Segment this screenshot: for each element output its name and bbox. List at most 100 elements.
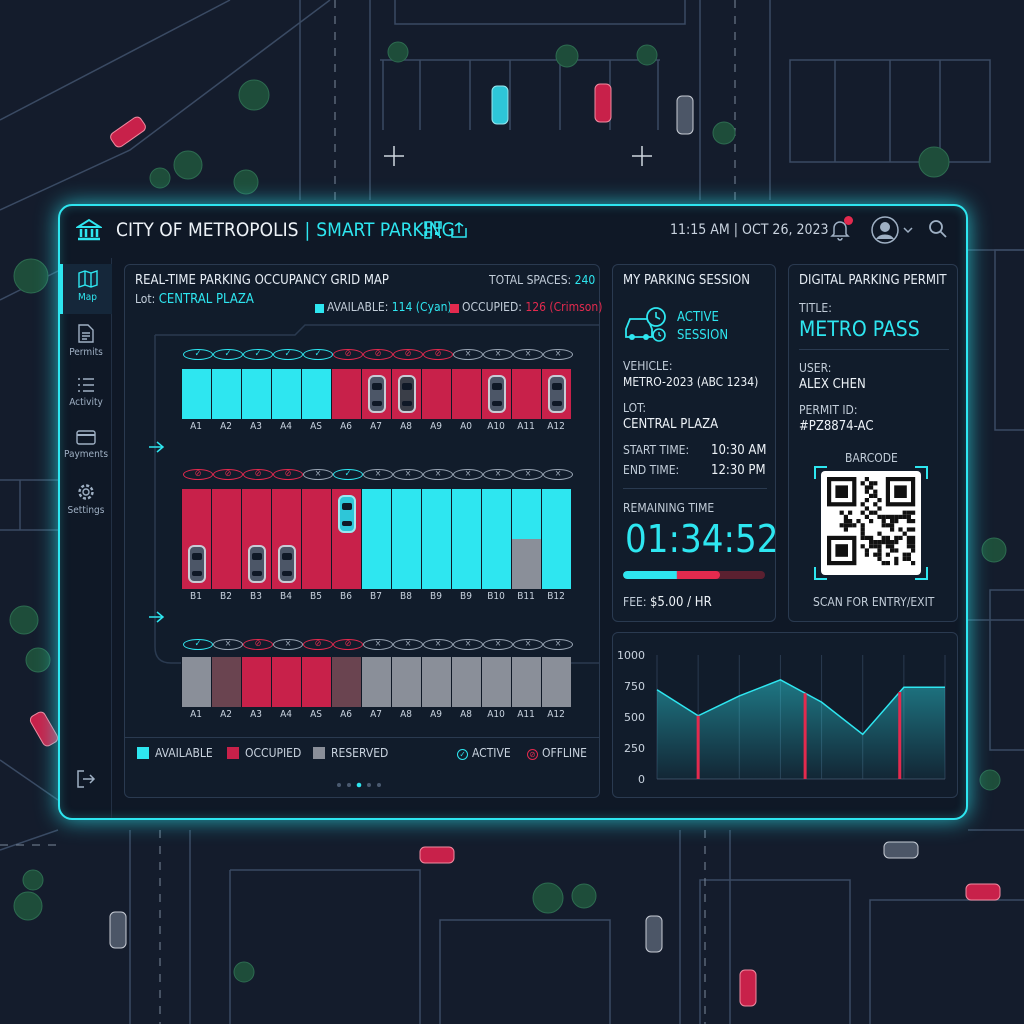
logout-icon[interactable] — [76, 770, 96, 788]
parking-slot[interactable] — [481, 369, 511, 419]
parking-slot[interactable] — [361, 657, 391, 707]
slot-label: A8 — [400, 709, 412, 720]
parking-slot[interactable] — [361, 369, 391, 419]
parking-slot[interactable] — [361, 489, 391, 539]
parking-slot[interactable] — [421, 657, 451, 707]
parking-slot[interactable] — [241, 657, 271, 707]
sidebar-item-permits[interactable]: Permits — [60, 318, 112, 368]
app-header: CITY OF METROPOLIS | SMART PARKING 11:15 A… — [60, 206, 966, 256]
fee: FEE: $5.00 / HR — [623, 595, 712, 610]
parking-slot[interactable] — [181, 539, 211, 589]
total-spaces: TOTAL SPACES: 240 — [489, 273, 595, 287]
slot-status-icon: ✓ — [183, 349, 213, 360]
parking-slot[interactable] — [421, 489, 451, 539]
qr-code[interactable] — [821, 471, 921, 575]
row-b-status: ⊘ ⊘ ⊘ ⊘ × ✓ × × × × × × × — [183, 469, 573, 480]
parking-slot[interactable] — [211, 657, 241, 707]
parking-slot[interactable] — [301, 369, 331, 419]
parking-slot[interactable] — [181, 657, 211, 707]
parking-slot[interactable] — [271, 369, 301, 419]
parking-slot[interactable] — [481, 657, 511, 707]
sidebar: Map Permits Activity Payments Settings — [60, 258, 112, 818]
parking-slot[interactable] — [391, 489, 421, 539]
parking-slot[interactable] — [271, 539, 301, 589]
occupancy-chart: 1000 750 500 250 0 — [617, 649, 946, 786]
parking-slot[interactable] — [331, 489, 361, 539]
parking-slot[interactable] — [451, 369, 481, 419]
active-check-icon: ✓ — [183, 639, 213, 650]
slot-label: B10 — [487, 591, 505, 602]
parking-slot[interactable] — [211, 489, 241, 539]
y-tick-label: 500 — [624, 711, 645, 724]
parking-slot[interactable] — [271, 657, 301, 707]
parking-slot[interactable] — [301, 489, 331, 539]
offline-icon: ⊘ — [183, 469, 213, 480]
header-datetime: 11:15 AM | OCT 26, 2023 — [670, 222, 829, 238]
parking-slot[interactable] — [301, 657, 331, 707]
parking-slot[interactable] — [331, 539, 361, 589]
parking-slot[interactable] — [451, 489, 481, 539]
parking-slot[interactable] — [181, 489, 211, 539]
parking-slot[interactable] — [451, 539, 481, 589]
parking-slot[interactable] — [481, 489, 511, 539]
parking-slot[interactable] — [241, 369, 271, 419]
offline-icon: ⊘ — [333, 349, 363, 360]
parking-slot[interactable] — [391, 369, 421, 419]
sidebar-item-label: Payments — [63, 449, 109, 460]
share-icon[interactable] — [450, 221, 468, 239]
parking-slot[interactable] — [421, 539, 451, 589]
slot-label: A1 — [190, 421, 202, 432]
parking-slot[interactable] — [481, 539, 511, 589]
available-value: 114 (Cyan) — [391, 300, 452, 314]
car-clock-icon — [625, 307, 666, 342]
slot-status-icon: × — [393, 469, 423, 480]
parking-slot[interactable] — [271, 489, 301, 539]
parking-slot[interactable] — [241, 539, 271, 589]
parking-slot[interactable] — [301, 539, 331, 589]
slot-status-icon: ✓ — [333, 469, 363, 480]
parking-slot[interactable] — [331, 369, 361, 419]
slot-status-icon: ✓ — [273, 349, 303, 360]
slot-label: B4 — [280, 591, 292, 602]
row-c-status: ✓ × ⊘ × ⊘ ⊘ × × × × × × × — [183, 639, 573, 650]
parking-slot[interactable] — [331, 657, 361, 707]
qr-code-icon[interactable] — [424, 221, 442, 239]
parking-slot[interactable] — [541, 657, 571, 707]
parking-slot[interactable] — [181, 369, 211, 419]
start-time-value: 10:30 AM — [711, 443, 767, 458]
parking-slot[interactable] — [541, 539, 571, 589]
slot-status-icon: × — [513, 639, 543, 650]
parking-slot[interactable] — [421, 369, 451, 419]
user-avatar-icon[interactable] — [870, 215, 920, 245]
grid-legend: AVAILABLE OCCUPIED RESERVED ✓ ACTIVE ⊘ OFF… — [125, 737, 599, 767]
car-icon — [248, 545, 266, 583]
parking-slot[interactable] — [511, 657, 541, 707]
scan-label: SCAN FOR ENTRY/EXIT — [813, 595, 935, 609]
sidebar-item-map[interactable]: Map — [60, 264, 112, 314]
parking-slot[interactable] — [211, 369, 241, 419]
total-spaces-label: TOTAL SPACES: — [489, 273, 572, 287]
sidebar-item-payments[interactable]: Payments — [60, 424, 112, 474]
remaining-time: 01:34:52 — [625, 517, 779, 561]
legend-reserved-label: RESERVED — [331, 746, 389, 760]
slot-status-icon: ⊘ — [243, 469, 273, 480]
parking-slot[interactable] — [511, 539, 541, 589]
divider — [623, 488, 767, 489]
parking-slot[interactable] — [391, 539, 421, 589]
parking-slot[interactable] — [241, 489, 271, 539]
parking-slot[interactable] — [541, 369, 571, 419]
sidebar-item-settings[interactable]: Settings — [60, 477, 112, 527]
parking-slot[interactable] — [451, 657, 481, 707]
offline-icon: ⊘ — [363, 349, 393, 360]
pagination-dots[interactable] — [335, 781, 391, 789]
parking-slot[interactable] — [511, 369, 541, 419]
parking-slot[interactable] — [511, 489, 541, 539]
row-b-bottom-slots — [181, 539, 571, 589]
parking-slot[interactable] — [391, 657, 421, 707]
search-icon[interactable] — [928, 219, 948, 239]
slot-label: B12 — [547, 591, 565, 602]
parking-slot[interactable] — [211, 539, 241, 589]
parking-slot[interactable] — [541, 489, 571, 539]
parking-slot[interactable] — [361, 539, 391, 589]
sidebar-item-activity[interactable]: Activity — [60, 371, 112, 421]
